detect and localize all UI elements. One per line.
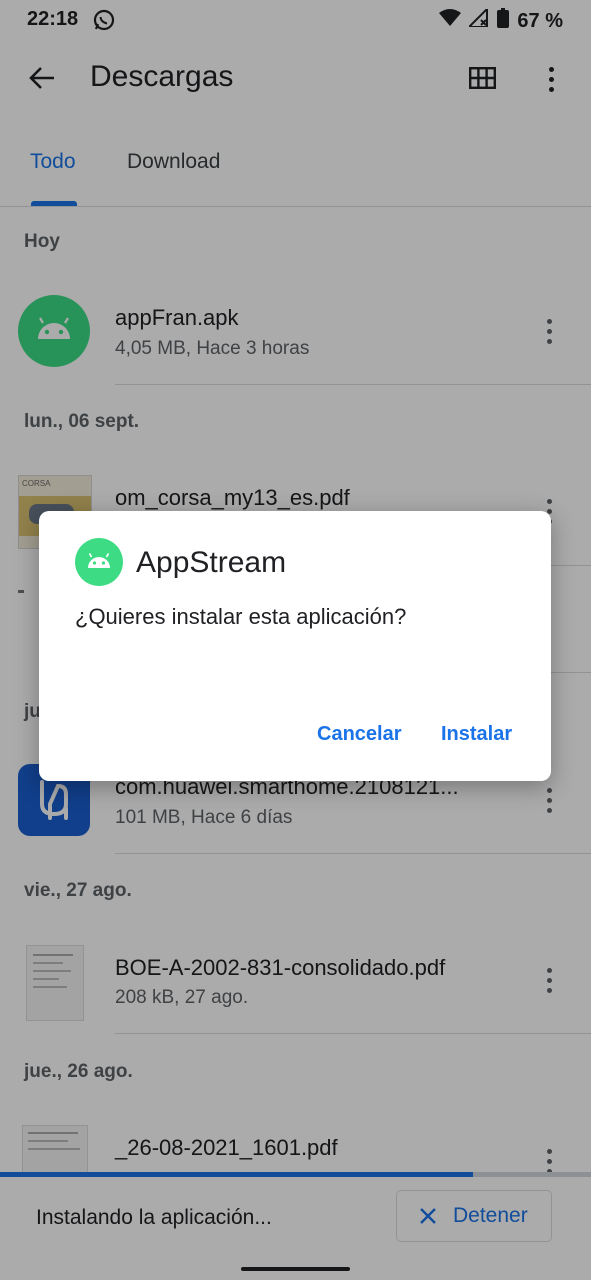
cancel-button[interactable]: Cancelar (317, 723, 402, 746)
dialog-message: ¿Quieres instalar esta aplicación? (75, 604, 407, 629)
install-dialog: AppStream ¿Quieres instalar esta aplicac… (39, 511, 551, 781)
dialog-app-name: AppStream (136, 546, 287, 579)
android-app-icon (75, 538, 123, 586)
install-button[interactable]: Instalar (441, 723, 512, 746)
